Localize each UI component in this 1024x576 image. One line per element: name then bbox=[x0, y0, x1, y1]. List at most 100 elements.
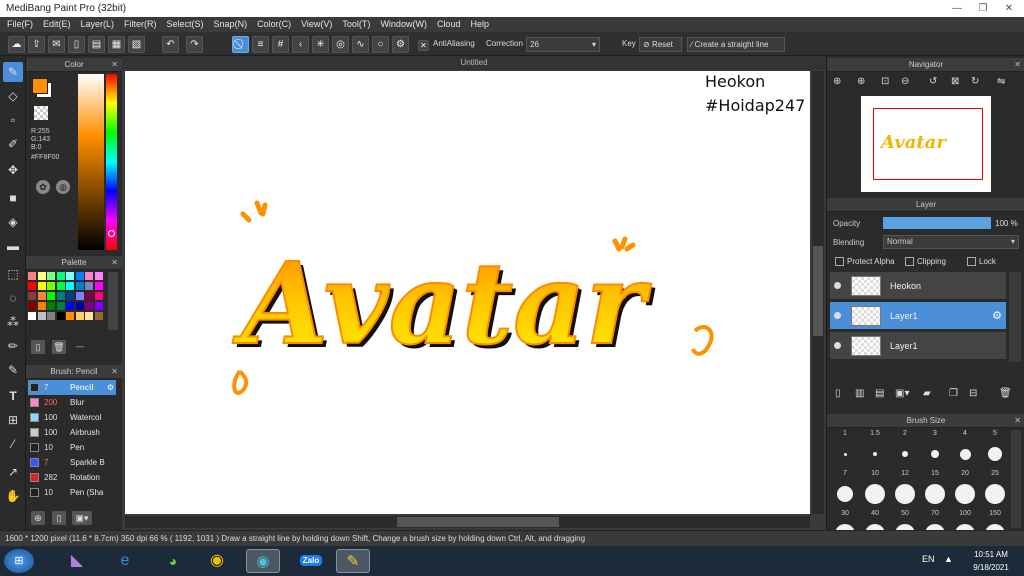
palette-swatch[interactable] bbox=[94, 312, 103, 320]
palette-swatch[interactable] bbox=[66, 282, 74, 290]
divide-tool-icon[interactable]: ⊞ bbox=[3, 410, 23, 430]
actual-size-icon[interactable]: ⊡ bbox=[881, 76, 889, 87]
save-icon[interactable]: ▤ bbox=[88, 36, 105, 53]
vertical-scrollbar[interactable] bbox=[812, 71, 824, 514]
palette-swatch[interactable] bbox=[47, 302, 55, 310]
brush-tool-icon[interactable]: ✎ bbox=[3, 62, 23, 82]
flip-icon[interactable]: ⇋ bbox=[997, 76, 1005, 87]
eyedropper-icon[interactable]: ⁄ bbox=[3, 434, 23, 454]
visibility-icon[interactable] bbox=[834, 342, 841, 349]
brush-item[interactable]: 100 Watercol bbox=[28, 410, 116, 425]
visual-studio-icon[interactable]: ◣ bbox=[60, 549, 94, 573]
transparent-color-icon[interactable] bbox=[34, 106, 48, 120]
chrome-active-icon[interactable]: ◉ bbox=[246, 549, 280, 573]
hand-tool-icon[interactable]: ✋ bbox=[3, 486, 23, 506]
drawing-canvas[interactable]: Avatar Avatar Heokon #Hoidap247 bbox=[125, 71, 810, 514]
palette-swatch[interactable] bbox=[28, 272, 36, 280]
menu-edit[interactable]: Edit(E) bbox=[40, 17, 78, 32]
language-indicator[interactable]: EN bbox=[922, 554, 935, 564]
protect-alpha-checkbox[interactable] bbox=[835, 257, 844, 266]
duplicate-layer-icon[interactable]: ❐ bbox=[949, 388, 958, 399]
palette-swatch[interactable] bbox=[47, 292, 55, 300]
straight-line-button[interactable]: ∕ Create a straight line bbox=[687, 37, 785, 52]
color-wheel-icon[interactable]: ✿ bbox=[36, 180, 50, 194]
palette-swatch[interactable] bbox=[75, 312, 84, 320]
share-icon[interactable]: ⇪ bbox=[28, 36, 45, 53]
parallel-snap-icon[interactable]: ≡ bbox=[252, 36, 269, 53]
export-icon[interactable]: ▧ bbox=[128, 36, 145, 53]
snap-settings-icon[interactable]: ⚙ bbox=[392, 36, 409, 53]
palette-swatch[interactable] bbox=[75, 272, 84, 280]
pen-tool-icon[interactable]: ✐ bbox=[3, 134, 23, 154]
brush-size-dot[interactable] bbox=[902, 451, 908, 457]
move-tool-icon[interactable]: ✥ bbox=[3, 160, 23, 180]
palette-swatch[interactable] bbox=[94, 282, 103, 290]
select-tool-icon[interactable]: ⬚ bbox=[3, 264, 23, 284]
menu-cloud[interactable]: Cloud bbox=[434, 17, 468, 32]
palette-swatch[interactable] bbox=[56, 312, 65, 320]
magic-wand-icon[interactable]: ⁂ bbox=[3, 312, 23, 332]
add-brush-icon[interactable]: ⊕ bbox=[31, 511, 45, 525]
menu-tool[interactable]: Tool(T) bbox=[339, 17, 377, 32]
palette-swatch[interactable] bbox=[75, 292, 84, 300]
zoom-in-icon[interactable]: ⊕ bbox=[857, 76, 865, 87]
zalo-icon[interactable]: Zalo bbox=[294, 549, 328, 573]
palette-swatch[interactable] bbox=[47, 282, 55, 290]
snap-off-icon[interactable]: ⃠ bbox=[232, 36, 249, 53]
blending-select[interactable]: Normal ▾ bbox=[883, 235, 1019, 249]
hue-slider[interactable] bbox=[106, 74, 117, 250]
brush-size-dot[interactable] bbox=[843, 452, 847, 456]
merge-layer-icon[interactable]: ⊟ bbox=[969, 388, 977, 399]
layer-settings-icon[interactable]: ⚙ bbox=[992, 309, 1002, 322]
opacity-slider[interactable] bbox=[883, 217, 991, 229]
material-icon[interactable]: ▦ bbox=[108, 36, 125, 53]
lock-checkbox[interactable] bbox=[967, 257, 976, 266]
close-icon[interactable]: ✕ bbox=[111, 58, 118, 72]
brush-item[interactable]: 7 Sparkle B bbox=[28, 455, 116, 470]
brush-size-dot[interactable] bbox=[865, 484, 885, 504]
correction-select[interactable]: 26 ▾ bbox=[526, 37, 600, 52]
horizontal-scroll-thumb[interactable] bbox=[397, 517, 559, 527]
brush-item[interactable]: 282 Rotation bbox=[28, 470, 116, 485]
radial-snap-icon[interactable]: ‹ bbox=[292, 36, 309, 53]
color-mix-icon[interactable]: ◍ bbox=[56, 180, 70, 194]
brush-size-scrollbar[interactable] bbox=[1011, 430, 1021, 528]
close-icon[interactable]: ✕ bbox=[111, 256, 118, 270]
visibility-icon[interactable] bbox=[834, 282, 841, 289]
vanishing-point-icon[interactable]: ✳ bbox=[312, 36, 329, 53]
layer-row[interactable]: Layer1 ⚙ bbox=[830, 302, 1006, 330]
brush-size-dot[interactable] bbox=[837, 486, 853, 502]
fit-window-icon[interactable]: ⊠ bbox=[951, 76, 959, 87]
layer-scrollbar[interactable] bbox=[1009, 272, 1021, 362]
palette-swatch[interactable] bbox=[28, 312, 36, 320]
brush-size-dot[interactable] bbox=[895, 484, 915, 504]
zoom-out-icon[interactable]: ⊖ bbox=[901, 76, 909, 87]
close-button[interactable]: ✕ bbox=[996, 0, 1022, 17]
brush-item[interactable]: 10 Pen bbox=[28, 440, 116, 455]
palette-swatch[interactable] bbox=[28, 282, 36, 290]
brush-item[interactable]: 200 Blur bbox=[28, 395, 116, 410]
palette-swatch[interactable] bbox=[37, 282, 46, 290]
palette-swatch[interactable] bbox=[56, 272, 65, 280]
palette-swatch[interactable] bbox=[94, 292, 103, 300]
palette-swatch[interactable] bbox=[94, 272, 103, 280]
palette-swatch[interactable] bbox=[66, 272, 74, 280]
close-icon[interactable]: ✕ bbox=[111, 365, 118, 379]
brush-item[interactable]: 100 Airbrush bbox=[28, 425, 116, 440]
trash-icon[interactable]: 🗑 bbox=[52, 340, 66, 354]
select-eraser-icon[interactable]: ✎ bbox=[3, 360, 23, 380]
palette-swatch[interactable] bbox=[37, 292, 46, 300]
brush-size-dot[interactable] bbox=[931, 450, 939, 458]
zoom-fit-icon[interactable]: ⊕ bbox=[833, 76, 841, 87]
cloud-icon[interactable]: ☁ bbox=[8, 36, 25, 53]
palette-swatch[interactable] bbox=[47, 272, 55, 280]
curve-snap-icon[interactable]: ∿ bbox=[352, 36, 369, 53]
palette-swatch[interactable] bbox=[37, 272, 46, 280]
palette-swatch[interactable] bbox=[66, 292, 74, 300]
select-pen-icon[interactable]: ✏ bbox=[3, 336, 23, 356]
new-layer-1bit-icon[interactable]: ▤ bbox=[875, 388, 884, 399]
hue-handle[interactable] bbox=[108, 230, 115, 237]
text-tool-icon[interactable]: T bbox=[3, 386, 23, 406]
brush-size-dot[interactable] bbox=[959, 448, 971, 460]
palette-swatch[interactable] bbox=[56, 292, 65, 300]
